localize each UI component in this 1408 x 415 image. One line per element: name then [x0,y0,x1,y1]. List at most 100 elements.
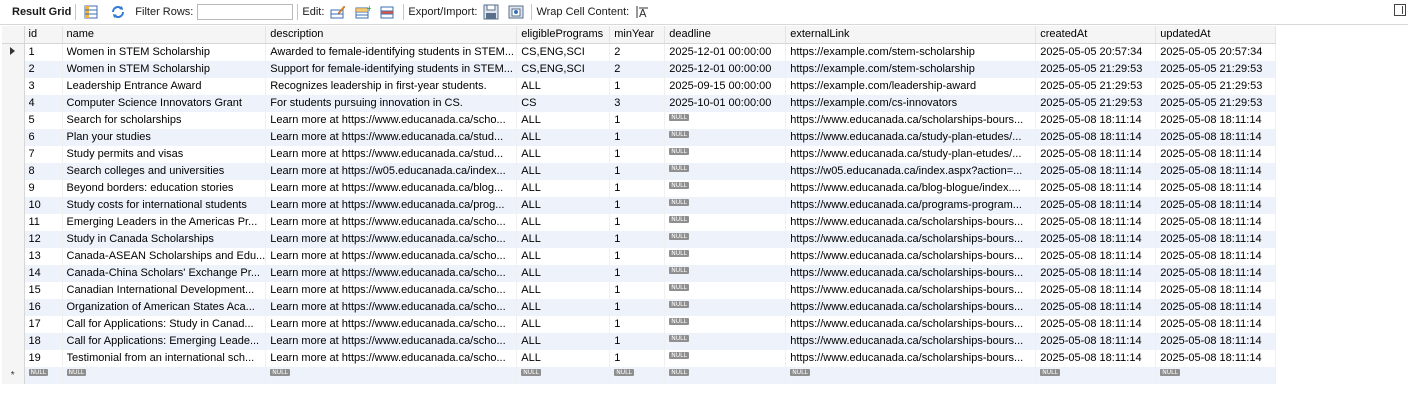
cell-updated-at[interactable]: 2025-05-08 18:11:14 [1155,248,1277,265]
cell-created-at[interactable]: 2025-05-08 18:11:14 [1035,180,1157,197]
row-selector[interactable] [2,78,25,95]
column-header-updated-at[interactable]: updatedAt [1155,26,1277,44]
new-row[interactable]: * NULL NULL NULL NULL NULL NULL NULL NULL NULL [2,367,1277,384]
cell-external-link[interactable]: https://example.com/stem-scholarship [785,61,1037,78]
row-selector[interactable] [2,231,25,248]
cell-updated-at[interactable]: 2025-05-08 18:11:14 [1155,316,1277,333]
cell-created-at[interactable]: 2025-05-08 18:11:14 [1035,112,1157,129]
cell-id[interactable]: 11 [24,214,63,231]
table-row[interactable]: 3 Leadership Entrance Award Recognizes lea… [2,78,1277,95]
column-header-name[interactable]: name [62,26,267,44]
cell-updated-at[interactable]: 2025-05-05 21:29:53 [1155,95,1277,112]
row-selector[interactable] [2,197,25,214]
column-header-description[interactable]: description [265,26,518,44]
new-cell-updated-at[interactable]: NULL [1155,367,1277,384]
table-row[interactable]: 13 Canada-ASEAN Scholarships and Edu... Le… [2,248,1277,265]
import-icon[interactable] [508,4,524,20]
cell-deadline[interactable]: 2025-09-15 00:00:00 [664,78,787,95]
cell-name[interactable]: Computer Science Innovators Grant [62,95,267,112]
cell-id[interactable]: 5 [24,112,63,129]
cell-id[interactable]: 7 [24,146,63,163]
new-row-marker[interactable]: * [2,367,25,384]
cell-name[interactable]: Canada-China Scholars' Exchange Pr... [62,265,267,282]
cell-external-link[interactable]: https://www.educanada.ca/scholarships-bo… [785,265,1037,282]
cell-external-link[interactable]: https://www.educanada.ca/scholarships-bo… [785,350,1037,367]
row-selector[interactable] [2,316,25,333]
cell-created-at[interactable]: 2025-05-08 18:11:14 [1035,129,1157,146]
cell-id[interactable]: 1 [24,43,63,61]
cell-eligible-programs[interactable]: ALL [516,78,611,95]
cell-name[interactable]: Search colleges and universities [62,163,267,180]
cell-min-year[interactable]: 1 [609,333,666,350]
cell-id[interactable]: 2 [24,61,63,78]
row-selector[interactable] [2,214,25,231]
cell-deadline[interactable]: 2025-12-01 00:00:00 [664,43,787,61]
cell-external-link[interactable]: https://www.educanada.ca/scholarships-bo… [785,333,1037,350]
cell-description[interactable]: Learn more at https://www.educanada.ca/s… [265,316,518,333]
cell-name[interactable]: Study in Canada Scholarships [62,231,267,248]
cell-id[interactable]: 6 [24,129,63,146]
table-row[interactable]: 6 Plan your studies Learn more at https://… [2,129,1277,146]
cell-description[interactable]: Learn more at https://www.educanada.ca/s… [265,214,518,231]
column-header-id[interactable]: id [24,26,63,44]
cell-deadline[interactable]: 2025-12-01 00:00:00 [664,61,787,78]
cell-eligible-programs[interactable]: ALL [516,112,611,129]
cell-eligible-programs[interactable]: ALL [516,316,611,333]
column-header-created-at[interactable]: createdAt [1035,26,1157,44]
cell-eligible-programs[interactable]: ALL [516,265,611,282]
cell-external-link[interactable]: https://www.educanada.ca/scholarships-bo… [785,316,1037,333]
cell-id[interactable]: 19 [24,350,63,367]
cell-description[interactable]: Learn more at https://www.educanada.ca/s… [265,112,518,129]
cell-id[interactable]: 18 [24,333,63,350]
cell-name[interactable]: Study costs for international students [62,197,267,214]
cell-name[interactable]: Plan your studies [62,129,267,146]
cell-name[interactable]: Women in STEM Scholarship [62,43,267,61]
cell-external-link[interactable]: https://www.educanada.ca/scholarships-bo… [785,214,1037,231]
cell-min-year[interactable]: 1 [609,282,666,299]
cell-eligible-programs[interactable]: CS,ENG,SCI [516,43,611,61]
insert-row-icon[interactable]: + [355,4,373,20]
table-row[interactable]: 11 Emerging Leaders in the Americas Pr...… [2,214,1277,231]
new-cell-created-at[interactable]: NULL [1035,367,1157,384]
cell-name[interactable]: Testimonial from an international sch... [62,350,267,367]
toggle-panel-icon[interactable] [1394,4,1406,16]
cell-min-year[interactable]: 1 [609,248,666,265]
cell-id[interactable]: 4 [24,95,63,112]
cell-eligible-programs[interactable]: ALL [516,197,611,214]
table-row[interactable]: 8 Search colleges and universities Learn m… [2,163,1277,180]
cell-created-at[interactable]: 2025-05-05 20:57:34 [1035,43,1157,61]
cell-min-year[interactable]: 1 [609,78,666,95]
cell-external-link[interactable]: https://www.educanada.ca/study-plan-etud… [785,146,1037,163]
cell-description[interactable]: Learn more at https://www.educanada.ca/s… [265,129,518,146]
cell-id[interactable]: 3 [24,78,63,95]
table-row[interactable]: 10 Study costs for international students… [2,197,1277,214]
cell-deadline[interactable]: NULL [664,299,787,316]
cell-updated-at[interactable]: 2025-05-08 18:11:14 [1155,333,1277,350]
filter-rows-input[interactable] [197,4,294,20]
cell-eligible-programs[interactable]: ALL [516,333,611,350]
cell-external-link[interactable]: https://example.com/stem-scholarship [785,43,1037,61]
row-selector[interactable] [2,112,25,129]
cell-external-link[interactable]: https://www.educanada.ca/scholarships-bo… [785,112,1037,129]
cell-eligible-programs[interactable]: ALL [516,282,611,299]
cell-deadline[interactable]: NULL [664,214,787,231]
delete-row-icon[interactable] [380,4,396,20]
cell-name[interactable]: Study permits and visas [62,146,267,163]
column-header-min-year[interactable]: minYear [609,26,666,44]
new-cell-min-year[interactable]: NULL [609,367,666,384]
table-row[interactable]: 19 Testimonial from an international sch.… [2,350,1277,367]
cell-deadline[interactable]: NULL [664,129,787,146]
cell-updated-at[interactable]: 2025-05-08 18:11:14 [1155,146,1277,163]
cell-external-link[interactable]: https://www.educanada.ca/programs-progra… [785,197,1037,214]
table-row[interactable]: 2 Women in STEM Scholarship Support for fe… [2,61,1277,78]
row-selector[interactable] [2,163,25,180]
new-cell-description[interactable]: NULL [265,367,518,384]
cell-min-year[interactable]: 1 [609,112,666,129]
cell-created-at[interactable]: 2025-05-08 18:11:14 [1035,265,1157,282]
row-selector[interactable] [2,61,25,78]
cell-external-link[interactable]: https://www.educanada.ca/scholarships-bo… [785,248,1037,265]
row-selector[interactable] [2,265,25,282]
cell-min-year[interactable]: 1 [609,214,666,231]
cell-min-year[interactable]: 2 [609,43,666,61]
cell-created-at[interactable]: 2025-05-08 18:11:14 [1035,163,1157,180]
